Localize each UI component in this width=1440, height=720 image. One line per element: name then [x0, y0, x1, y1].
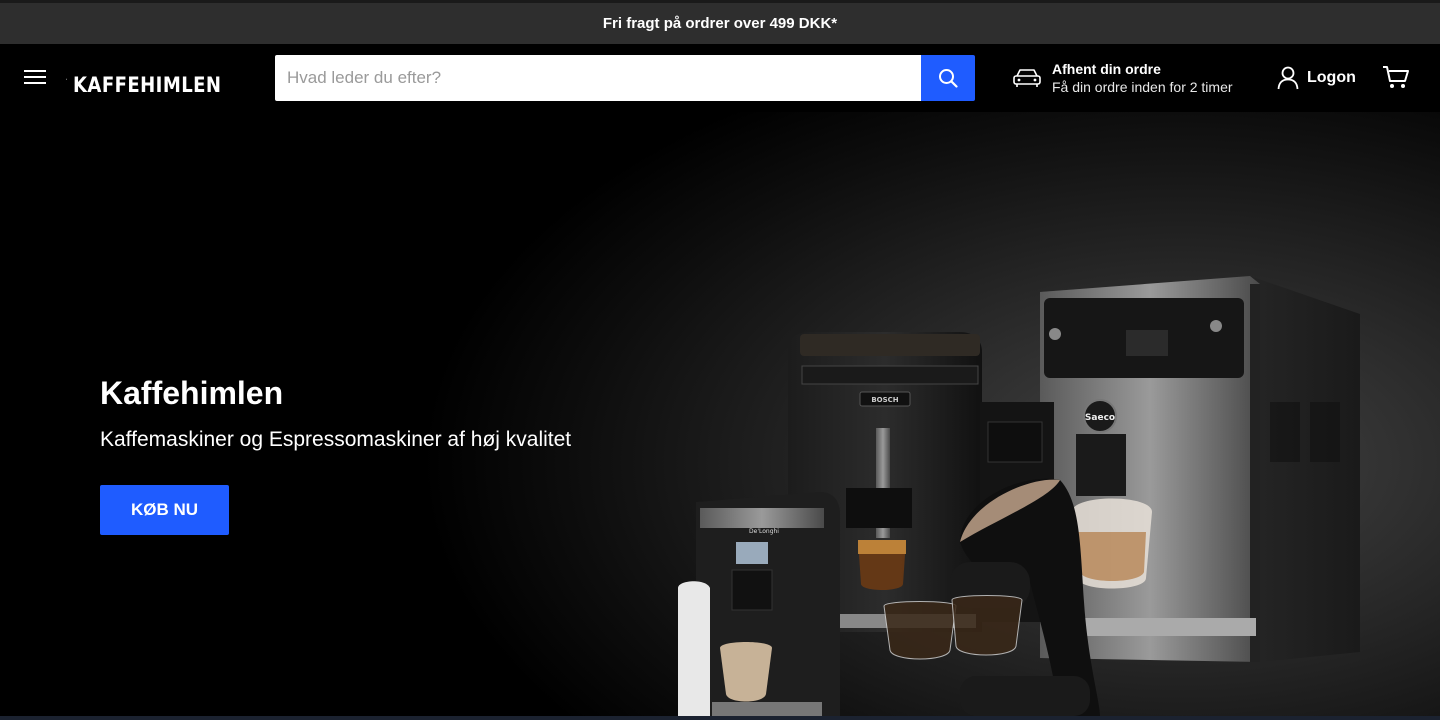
- menu-button[interactable]: [22, 66, 50, 90]
- hamburger-menu-icon: [24, 70, 46, 72]
- delonghi-brand-text: De'Longhi: [749, 528, 779, 535]
- login-link[interactable]: Logon: [1277, 66, 1356, 90]
- bosch-brand-text: BOSCH: [871, 396, 898, 404]
- buy-now-button[interactable]: KØB NU: [100, 485, 229, 535]
- announcement-text: Fri fragt på ordrer over 499 DKK*: [602, 15, 838, 32]
- login-label: Logon: [1307, 69, 1356, 86]
- search-button[interactable]: [921, 55, 975, 101]
- site-header: KAFFEHIMLEN Afhent din ordre Få din ordr…: [0, 44, 1440, 112]
- espresso-machines-image: Saeco BOSCH De'Longhi: [678, 276, 1360, 716]
- car-icon: [1013, 69, 1041, 87]
- search-icon: [939, 69, 958, 88]
- hero-bottom-border: [0, 716, 1440, 720]
- announcement-bar: Fri fragt på ordrer over 499 DKK*: [0, 0, 1440, 44]
- site-logo[interactable]: KAFFEHIMLEN: [66, 54, 246, 104]
- pickup-title: Afhent din ordre: [1052, 61, 1161, 77]
- cart-button[interactable]: [1382, 64, 1410, 95]
- saeco-brand-text: Saeco: [1085, 413, 1115, 423]
- search-form: [275, 55, 975, 101]
- hero-title: Kaffehimlen: [100, 375, 284, 411]
- logo-text: KAFFEHIMLEN: [73, 73, 222, 97]
- hero-banner: Kaffehimlen Kaffemaskiner og Espressomas…: [0, 112, 1440, 716]
- coffee-cup-logo-icon: [66, 78, 68, 80]
- pickup-subtitle: Få din ordre inden for 2 timer: [1052, 79, 1233, 95]
- hero-subtitle: Kaffemaskiner og Espressomaskiner af høj…: [100, 428, 572, 451]
- pickup-info-link[interactable]: Afhent din ordre Få din ordre inden for …: [1012, 58, 1233, 98]
- search-input[interactable]: [275, 55, 921, 101]
- user-icon: [1277, 66, 1299, 90]
- cart-icon: [1383, 66, 1409, 88]
